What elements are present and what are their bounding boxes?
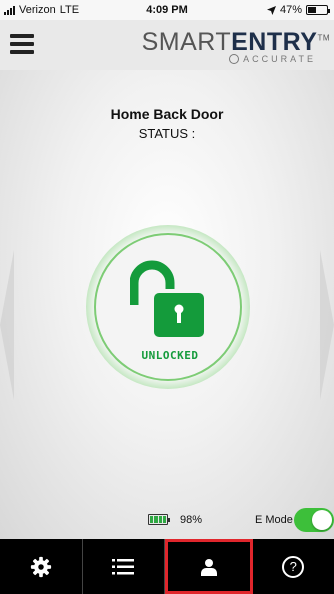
emode-label: E Mode: [255, 514, 293, 526]
app-header: SMARTENTRYTM ACCURATE: [0, 20, 334, 70]
logo-subtext: ACCURATE: [243, 54, 316, 64]
tab-settings[interactable]: [0, 539, 83, 594]
unlocked-padlock-icon: [130, 260, 204, 337]
logo-text-bold: ENTRY: [231, 28, 318, 56]
status-bar: Verizon LTE 4:09 PM 47%: [0, 0, 334, 20]
help-icon: ?: [282, 555, 305, 578]
lock-battery-percent: 98%: [180, 514, 203, 526]
accurate-seal-icon: [229, 54, 240, 64]
lock-status-text: UNLOCKED: [141, 349, 199, 362]
emode-toggle[interactable]: [294, 508, 334, 532]
lock-inner-circle: UNLOCKED: [94, 233, 242, 381]
emode-toggle-knob: [312, 510, 332, 530]
tab-users[interactable]: [165, 539, 253, 594]
info-row: 98% E Mode: [0, 508, 334, 536]
list-icon: [112, 558, 135, 574]
logo-tm: TM: [317, 33, 330, 43]
status-right: 47%: [266, 4, 330, 16]
phone-battery-percent: 47%: [279, 4, 302, 16]
tab-doors-list[interactable]: [83, 539, 165, 594]
door-name: Home Back Door: [110, 106, 224, 122]
lock-battery-icon: [148, 514, 170, 525]
smartentry-logo: SMARTENTRYTM ACCURATE: [142, 28, 330, 64]
location-arrow-icon: [266, 5, 276, 15]
lock-toggle-button[interactable]: UNLOCKED: [86, 225, 250, 389]
tab-help[interactable]: ?: [253, 539, 334, 594]
gear-icon: [30, 556, 51, 577]
user-icon: [200, 558, 217, 576]
bottom-tab-bar: ?: [0, 539, 334, 594]
previous-door-arrow[interactable]: [0, 250, 14, 400]
menu-icon[interactable]: [10, 34, 34, 54]
next-door-arrow[interactable]: [320, 250, 334, 400]
lock-panel: Home Back Door STATUS : UNLOCKED 98% E M…: [0, 70, 334, 539]
phone-battery-icon: [306, 5, 330, 15]
logo-text-light: SMART: [141, 28, 232, 56]
status-label: STATUS :: [138, 126, 196, 141]
